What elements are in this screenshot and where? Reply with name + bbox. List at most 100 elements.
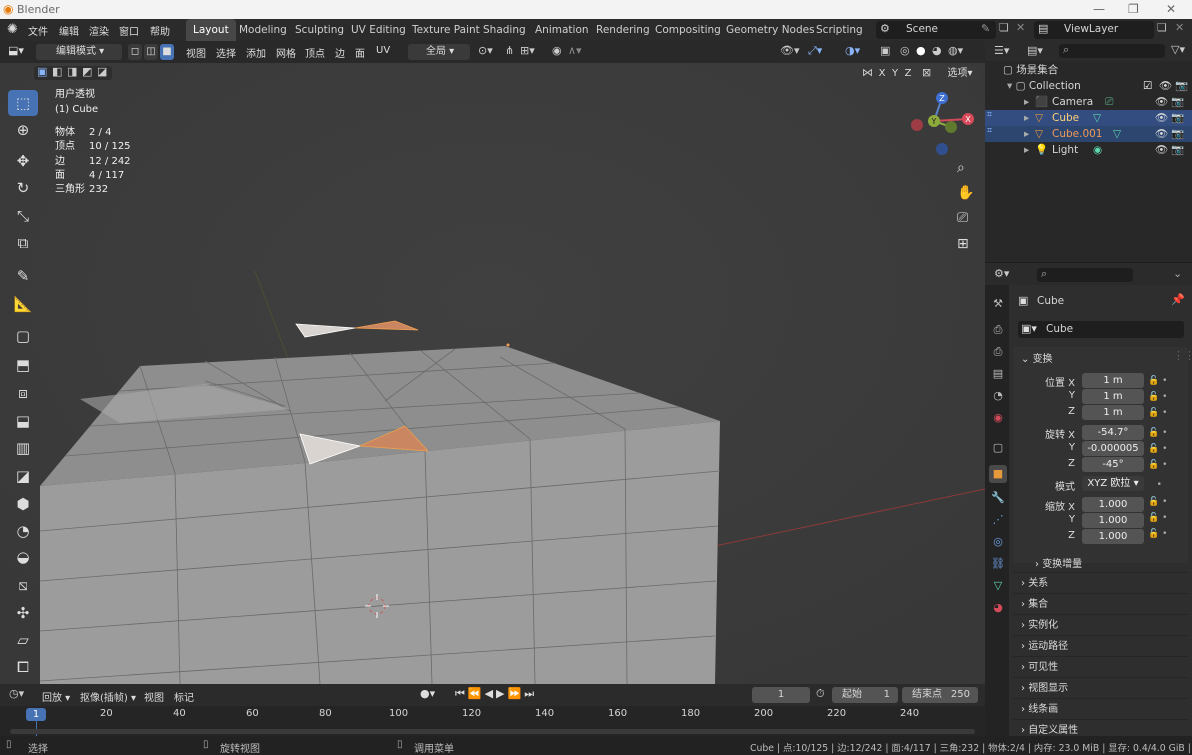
- xray-icon[interactable]: ▣: [880, 44, 890, 57]
- select-intersect-icon[interactable]: ◪: [97, 65, 107, 78]
- eye-icon[interactable]: 👁: [1155, 110, 1168, 126]
- section-instancing[interactable]: › 实例化: [1013, 614, 1188, 635]
- camera-data-icon[interactable]: ⎚: [1105, 94, 1113, 110]
- select-mode-buttons[interactable]: ▣ ◧ ◨ ◩ ◪: [34, 65, 112, 80]
- current-frame-field[interactable]: 1: [752, 687, 810, 703]
- rotation-z-field[interactable]: -45°: [1082, 457, 1144, 472]
- lock-icon[interactable]: 🔓 •: [1148, 373, 1167, 389]
- keyframe-icon[interactable]: •: [1148, 473, 1167, 494]
- extrude-tool-icon[interactable]: ⬒: [8, 352, 38, 378]
- section-visibility[interactable]: › 可见性: [1013, 656, 1188, 677]
- playhead[interactable]: 1: [26, 708, 46, 721]
- timeline-menu-playback[interactable]: 回放 ▾: [42, 689, 70, 704]
- transform-tool-icon[interactable]: ⧉: [8, 230, 38, 256]
- pivot-point-icon[interactable]: ⊙▾: [478, 44, 493, 57]
- lock-icon[interactable]: 🔓 •: [1148, 389, 1167, 405]
- spin-tool-icon[interactable]: ◔: [8, 518, 38, 544]
- mirror-y-button[interactable]: Y: [889, 66, 901, 82]
- mesh-data-icon[interactable]: ▽: [1093, 110, 1101, 126]
- close-icon[interactable]: ✕: [1166, 2, 1176, 16]
- transform-header[interactable]: ⌄ 变换: [1021, 350, 1053, 365]
- 3d-viewport[interactable]: Z Y X ⬓▾ 编辑模式 ▾ ◻ ◫ ■ 视图 选择 添加 网格 顶点 边 面…: [0, 41, 985, 684]
- mode-selector[interactable]: 编辑模式 ▾: [36, 44, 122, 60]
- tab-uv-editing[interactable]: UV Editing: [344, 19, 413, 41]
- lock-icon[interactable]: 🔓 •: [1148, 494, 1167, 510]
- options-dropdown[interactable]: 选项▾: [942, 66, 978, 82]
- timeline-ruler[interactable]: 1 20 40 60 80 100 120 140 160 180 200 22…: [0, 706, 985, 736]
- eye-icon[interactable]: 👁: [1155, 142, 1168, 158]
- smooth-tool-icon[interactable]: ◒: [8, 544, 38, 570]
- viewport-menu-edge[interactable]: 边: [335, 45, 345, 60]
- section-viewport-display[interactable]: › 视图显示: [1013, 677, 1188, 698]
- visibility-icon[interactable]: 👁▾: [780, 44, 800, 57]
- delete-scene-icon[interactable]: ✕: [1016, 21, 1025, 34]
- lock-icon[interactable]: 🔓 •: [1148, 441, 1167, 457]
- output-tab-icon[interactable]: ⎙: [989, 343, 1007, 361]
- vertex-select-button[interactable]: ◻: [128, 44, 142, 60]
- checkbox-icon[interactable]: ☑: [1143, 78, 1152, 94]
- select-extend-icon[interactable]: ◧: [52, 65, 62, 78]
- blender-menu-icon[interactable]: ✺: [7, 22, 18, 37]
- mirror-x-button[interactable]: X: [876, 66, 888, 82]
- tab-rendering[interactable]: Rendering: [589, 19, 657, 41]
- cursor-tool-icon[interactable]: ⊕: [8, 117, 38, 143]
- outliner-item-cube-001[interactable]: ▸ ▽ Cube.001 ▽ 👁 📷: [985, 126, 1192, 142]
- rotation-x-field[interactable]: -54.7°: [1082, 425, 1144, 440]
- chevron-down-icon[interactable]: ⌄: [1173, 267, 1182, 280]
- perspective-toggle-icon[interactable]: ⊞: [957, 236, 969, 252]
- camera-render-icon[interactable]: 📷: [1171, 110, 1184, 126]
- mesh-data-icon[interactable]: ▽: [1113, 126, 1121, 142]
- properties-search-input[interactable]: ⌕: [1037, 267, 1133, 282]
- scale-x-field[interactable]: 1.000: [1082, 497, 1144, 512]
- edge-slide-tool-icon[interactable]: ⧅: [8, 572, 38, 598]
- rendered-shading-icon[interactable]: ◍▾: [948, 44, 963, 57]
- pan-hand-icon[interactable]: ✋: [957, 185, 974, 201]
- view-layer-selector[interactable]: ▤ ViewLayer: [1034, 21, 1154, 39]
- properties-editor-icon[interactable]: ⚙▾: [994, 267, 1009, 280]
- viewport-menu-vertex[interactable]: 顶点: [305, 45, 325, 60]
- tab-texture-paint[interactable]: Texture Paint: [405, 19, 487, 41]
- menu-edit[interactable]: 编辑: [59, 23, 79, 38]
- viewport-menu-view[interactable]: 视图: [186, 45, 206, 60]
- select-subtract-icon[interactable]: ◨: [67, 65, 77, 78]
- delete-view-layer-icon[interactable]: ✕: [1175, 21, 1184, 34]
- drag-handle-icon[interactable]: ⋮⋮: [1173, 349, 1192, 362]
- eye-icon[interactable]: 👁: [1159, 78, 1172, 94]
- menu-help[interactable]: 帮助: [150, 23, 170, 38]
- tool-tab-icon[interactable]: ⚒: [989, 295, 1007, 313]
- tab-animation[interactable]: Animation: [528, 19, 596, 41]
- menu-file[interactable]: 文件: [28, 23, 48, 38]
- new-scene-icon[interactable]: ❏: [999, 21, 1009, 34]
- scale-z-field[interactable]: 1.000: [1082, 529, 1144, 544]
- edit-mode-indicator-icon[interactable]: ⌗: [987, 126, 992, 136]
- solid-shading-icon[interactable]: ●: [916, 44, 926, 57]
- face-select-button[interactable]: ■: [160, 44, 174, 60]
- new-view-layer-icon[interactable]: ❏: [1157, 21, 1167, 34]
- pin-icon[interactable]: 📌: [1171, 293, 1185, 306]
- select-box-tool-icon[interactable]: ⬚: [8, 90, 38, 116]
- viewport-menu-face[interactable]: 面: [355, 45, 365, 60]
- poly-build-tool-icon[interactable]: ⬢: [8, 491, 38, 517]
- inset-tool-icon[interactable]: ⧈: [8, 380, 38, 406]
- location-y-field[interactable]: 1 m: [1082, 389, 1144, 404]
- render-tab-icon[interactable]: ⎙: [989, 321, 1007, 339]
- location-x-field[interactable]: 1 m: [1082, 373, 1144, 388]
- tab-modeling[interactable]: Modeling: [232, 19, 294, 41]
- select-invert-icon[interactable]: ◩: [82, 65, 92, 78]
- eye-icon[interactable]: 👁: [1155, 94, 1168, 110]
- viewport-menu-select[interactable]: 选择: [216, 45, 236, 60]
- proportional-edit-icon[interactable]: ◉: [552, 44, 562, 57]
- annotate-tool-icon[interactable]: ✎: [8, 263, 38, 289]
- timeline-menu-marker[interactable]: 标记: [174, 689, 194, 704]
- add-cube-tool-icon[interactable]: ▢: [8, 323, 38, 349]
- outliner-collection[interactable]: ▾ ▢ Collection ☑ 👁 📷: [1007, 78, 1188, 94]
- timeline-menu-view[interactable]: 视图: [144, 689, 164, 704]
- mirror-z-button[interactable]: Z: [902, 66, 914, 82]
- snap-target-icon[interactable]: ⊞▾: [520, 44, 535, 57]
- snap-icon[interactable]: ⋔: [505, 44, 514, 57]
- lock-icon[interactable]: 🔓 •: [1148, 510, 1167, 526]
- outliner-item-light[interactable]: ▸ 💡 Light ◉ 👁 📷: [985, 142, 1192, 158]
- overlay-toggle-icon[interactable]: ◑▾: [845, 44, 860, 57]
- camera-render-icon[interactable]: 📷: [1175, 78, 1188, 94]
- tab-geometry-nodes[interactable]: Geometry Nodes: [719, 19, 822, 41]
